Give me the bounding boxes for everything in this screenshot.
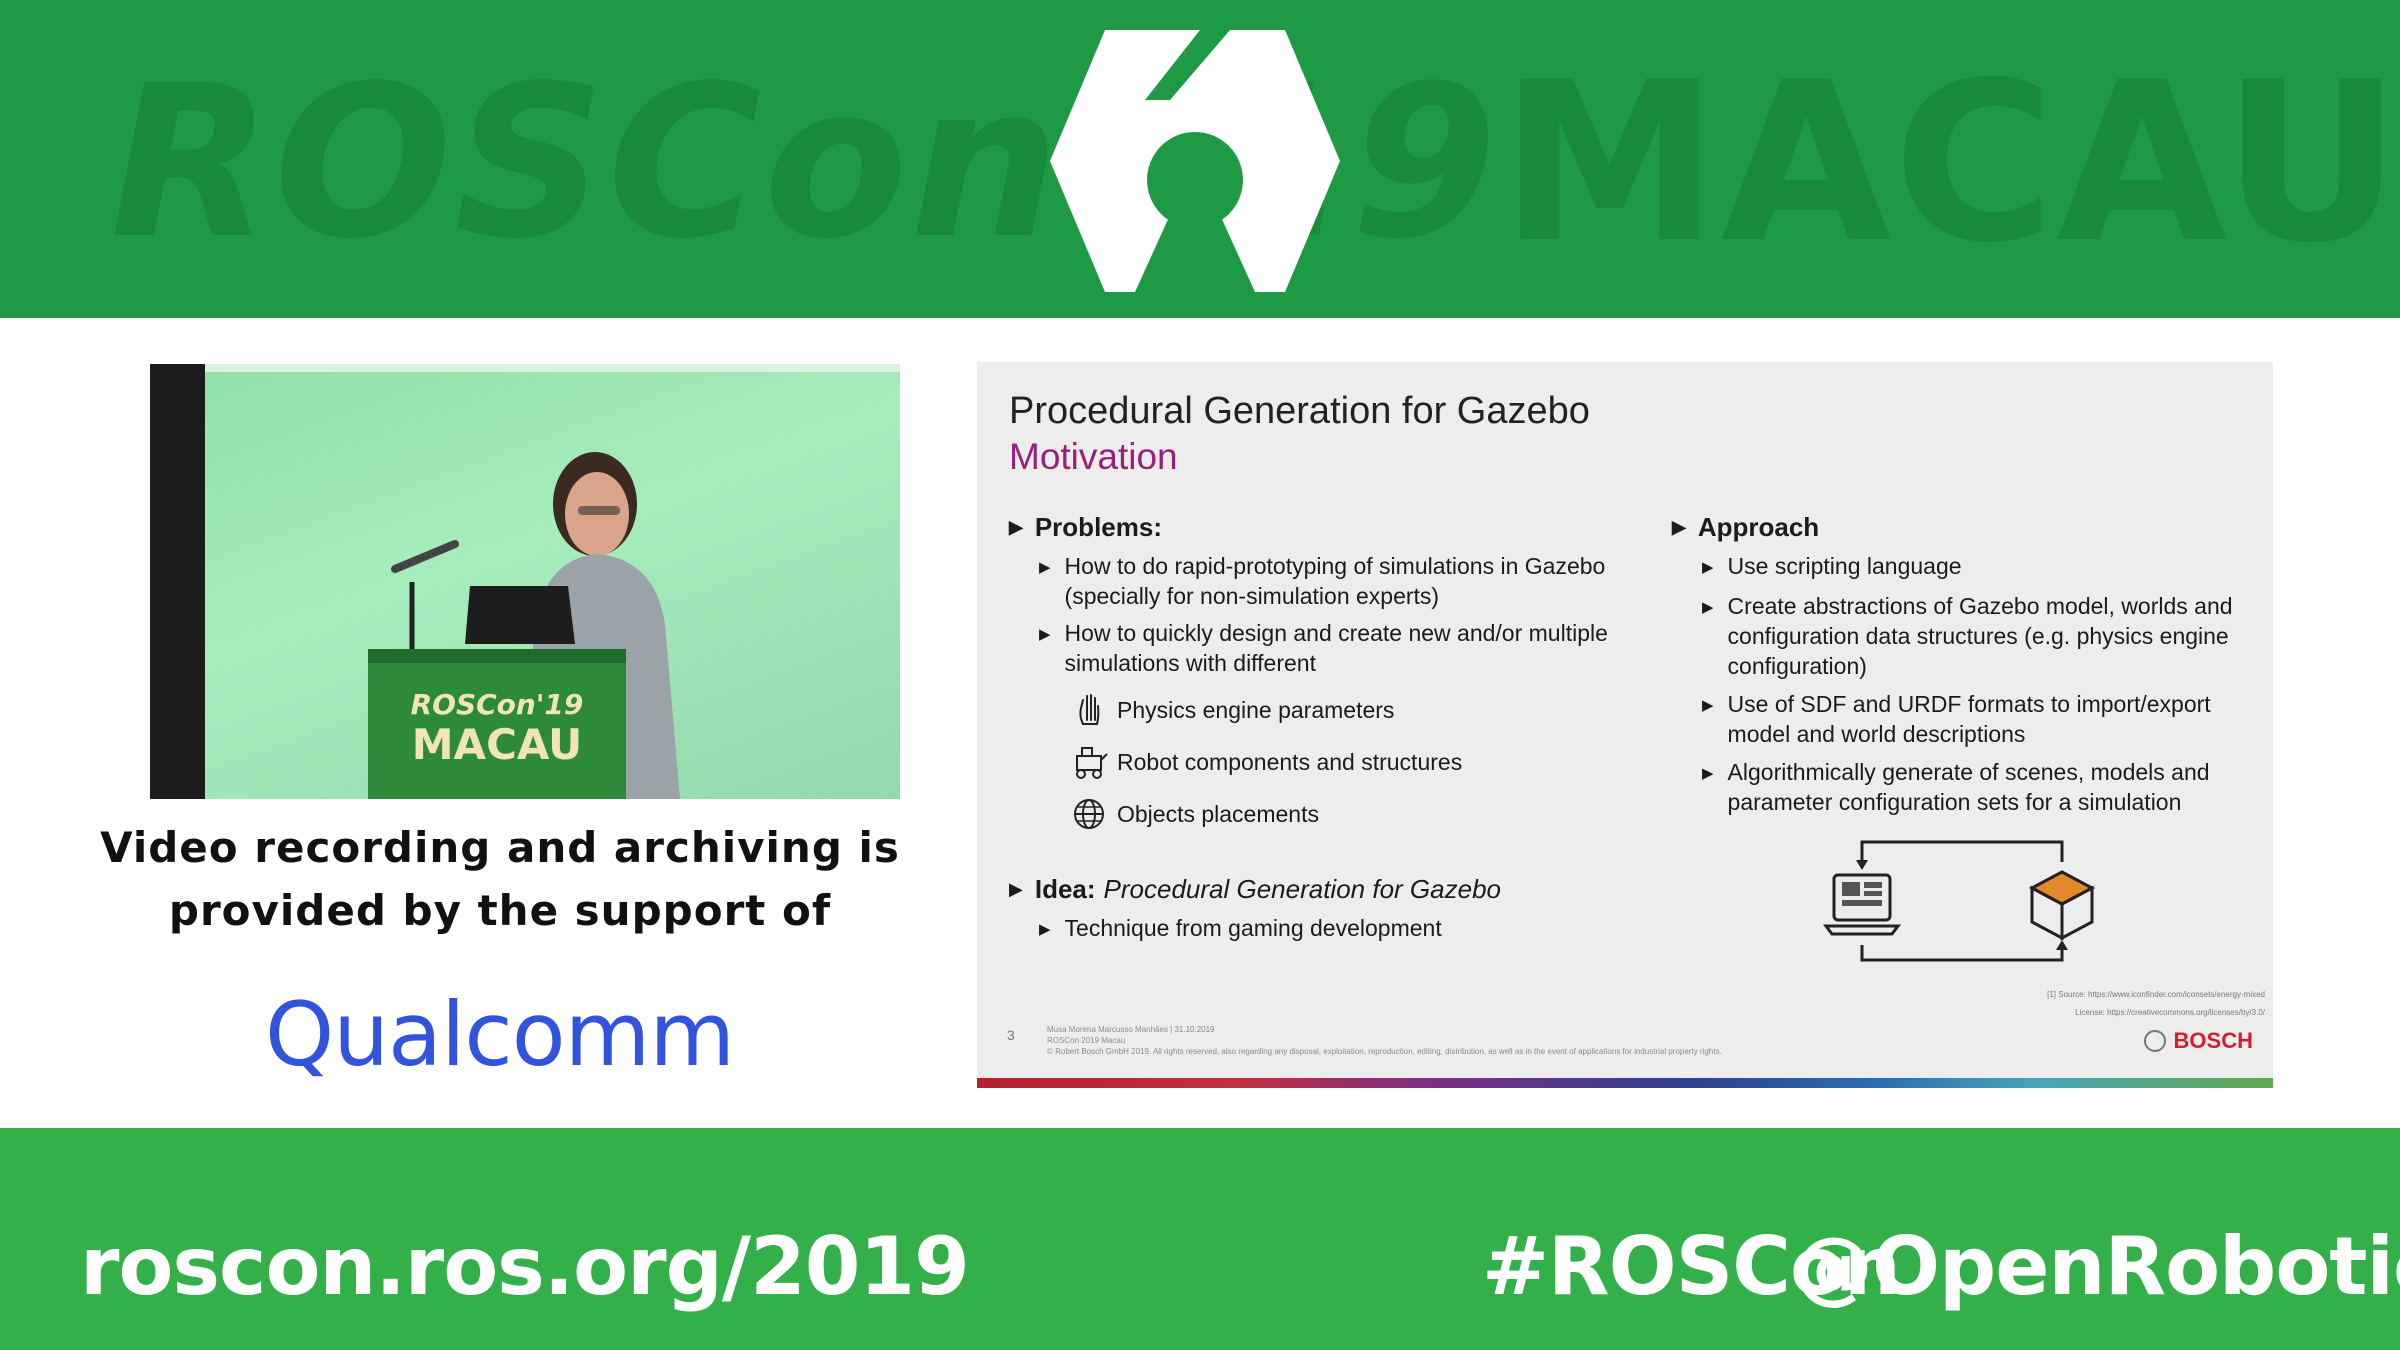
laptop-icon [1823,873,1901,936]
sponsor-caption: Video recording and archiving is provide… [100,816,900,942]
podium-text-line1: ROSCon'19 [411,688,584,721]
problem-item: ▶ How to quickly design and create new a… [1039,620,1608,676]
approach-item: ▶ Use scripting language [1702,551,2252,583]
slide-color-bar [977,1078,2273,1088]
slide-footer-info: Musa Morena Marcusso Manhães | 31.10.201… [1047,1025,1722,1056]
idea-heading: ▶ Idea: Procedural Generation for Gazebo [1009,874,1501,904]
qualcomm-logo: Qualcomm [265,983,735,1086]
approach-column: ▶ Approach ▶ Use scripting language ▶ Cr… [1672,512,2252,825]
bullet-triangle-icon: ▶ [1702,599,1714,616]
bullet-triangle-icon: ▶ [1009,879,1023,899]
slide-source-credits: [1] Source: https://www.iconfinder.com/i… [2047,990,2265,1017]
bullet-triangle-icon: ▶ [1039,626,1051,643]
arrow-up-icon [2056,940,2068,950]
bullet-triangle-icon: ▶ [1702,765,1714,782]
bullet-triangle-icon: ▶ [1039,921,1051,938]
approach-item: ▶ Algorithmically generate of scenes, mo… [1702,759,2210,815]
problems-heading: ▶ Problems: [1009,512,1162,542]
problems-column: ▶ Problems: ▶ How to do rapid-prototypin… [1009,512,1649,952]
problem-icon-item: Robot components and structures [1069,742,1649,782]
approach-item: ▶ Create abstractions of Gazebo model, w… [1702,593,2233,679]
twitter-handle: @OpenRoboticsOrg [1793,1220,2400,1313]
presentation-slide: Procedural Generation for Gazebo Motivat… [977,362,2273,1088]
problem-icon-item: Objects placements [1069,794,1649,834]
conference-url: roscon.ros.org/2019 [80,1220,970,1313]
bullet-triangle-icon: ▶ [1039,559,1051,576]
bullet-triangle-icon: ▶ [1702,559,1714,576]
speaker-video: ROSCon'19 MACAU [150,364,900,799]
sponsor-caption-line2: provided by the support of [168,886,832,935]
problem-item: ▶ How to do rapid-prototyping of simulat… [1039,553,1606,609]
approach-item: ▶ Use of SDF and URDF formats to import/… [1702,691,2211,747]
slide-page-number: 3 [1007,1027,1015,1043]
banner-pattern-text-right: MACAU [1500,35,2400,291]
hand-icon [1079,694,1100,725]
globe-icon [1074,799,1104,829]
top-banner: ROSCon '19 MACAU [0,0,2400,318]
problem-icon-item: Physics engine parameters [1069,690,1649,730]
bottom-banner: roscon.ros.org/2019 #ROSCon @OpenRobotic… [0,1128,2400,1350]
slide-subtitle: Motivation [1009,436,1178,477]
bullet-triangle-icon: ▶ [1009,517,1023,537]
robot-icon [1076,747,1108,779]
bullet-triangle-icon: ▶ [1702,697,1714,714]
arrow-down-icon [1856,860,1868,870]
idea-item: ▶ Technique from gaming development [1039,913,1649,945]
podium-text-line2: MACAU [412,720,582,769]
cube-icon [2028,870,2096,941]
slide-title: Procedural Generation for Gazebo [1009,390,1590,432]
ros-logo-icon [1050,30,1340,292]
approach-heading: ▶ Approach [1672,512,1820,542]
bosch-armature-icon [2143,1030,2166,1052]
sponsor-caption-line1: Video recording and archiving is [100,823,900,872]
bosch-logo: BOSCH [2143,1028,2253,1054]
bullet-triangle-icon: ▶ [1672,517,1686,537]
workflow-diagram [1823,840,2096,962]
speaker-scene: ROSCon'19 MACAU [368,452,680,799]
